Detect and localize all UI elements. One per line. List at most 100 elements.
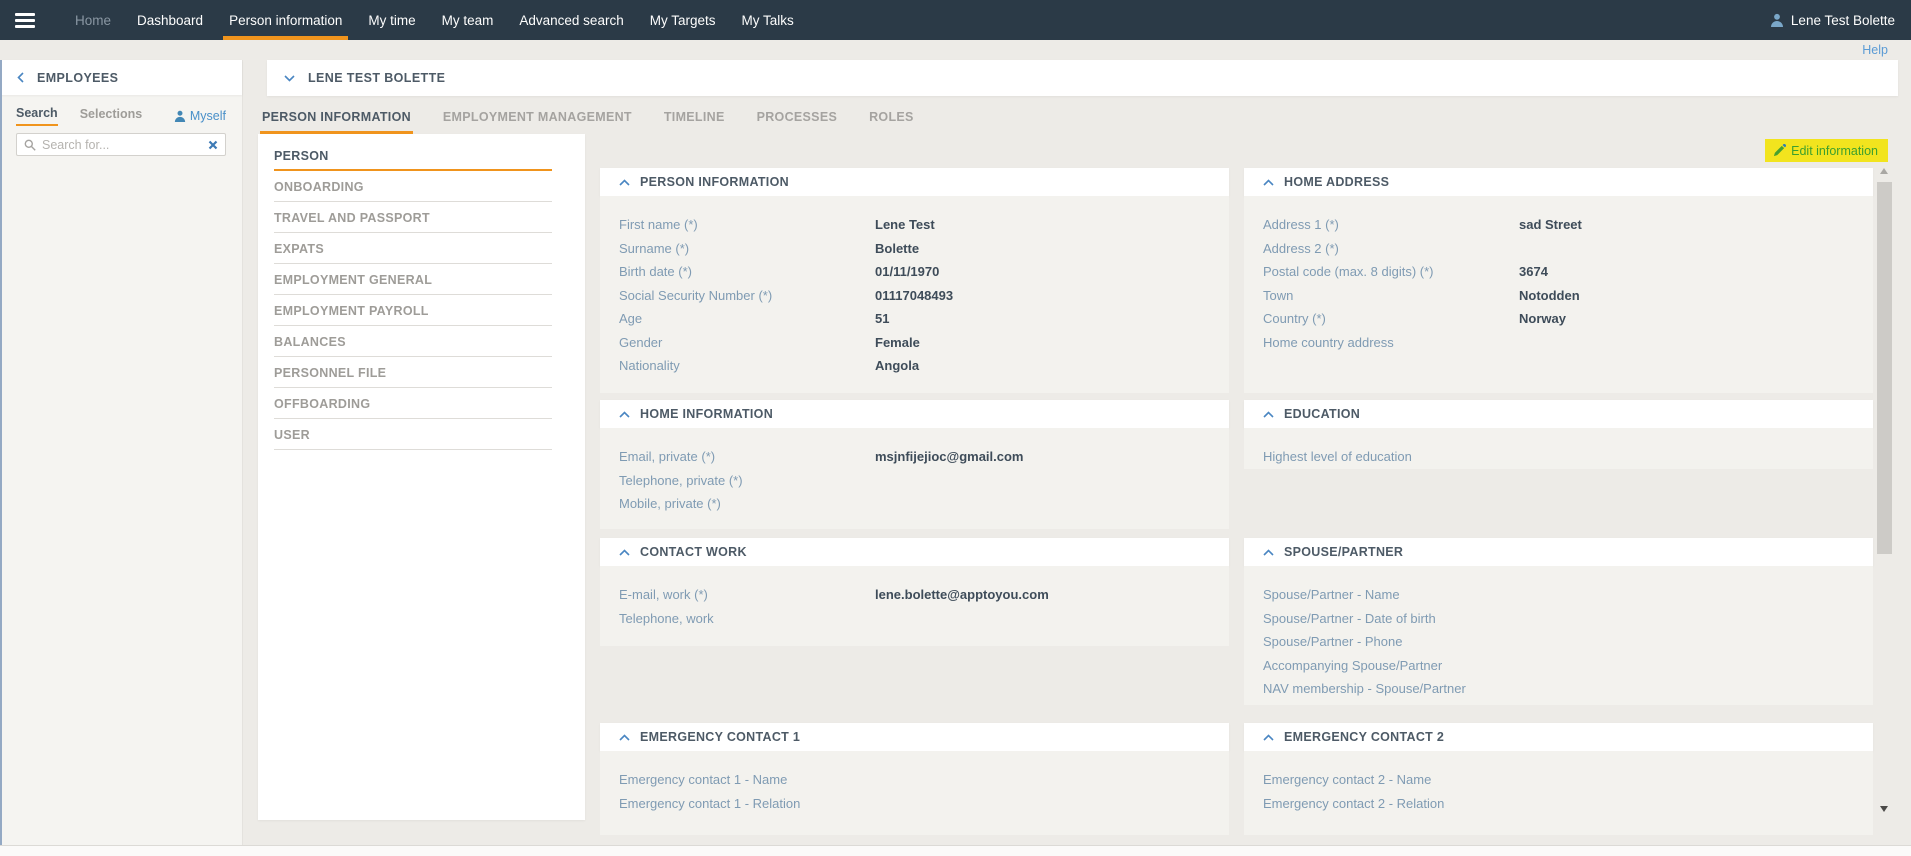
chevron-up-icon: [619, 733, 630, 741]
card-title: SPOUSE/PARTNER: [1284, 545, 1404, 559]
field-nav-membership: NAV membership - Spouse/Partner: [1263, 681, 1466, 696]
card-education: EDUCATION Highest level of education: [1244, 400, 1873, 469]
top-navbar: Home Dashboard Person information My tim…: [0, 0, 1911, 40]
user-name: Lene Test Bolette: [1790, 12, 1895, 28]
nav-item-my-team[interactable]: My team: [429, 0, 507, 40]
user-menu[interactable]: Lene Test Bolette: [1770, 13, 1895, 28]
nav-item-my-targets[interactable]: My Targets: [637, 0, 729, 40]
search-input[interactable]: [42, 137, 202, 152]
clear-search-icon[interactable]: [208, 140, 218, 150]
field-email-work: E-mail, work (*) lene.bolette@apptoyou.co…: [619, 587, 1049, 602]
card-emergency-contact-2: EMERGENCY CONTACT 2 Emergency contact 2 …: [1244, 723, 1873, 835]
tab-processes[interactable]: PROCESSES: [755, 110, 840, 134]
main-navigation: Home Dashboard Person information My tim…: [62, 0, 807, 40]
menu-icon[interactable]: [15, 12, 35, 28]
card-education-header[interactable]: EDUCATION: [1244, 400, 1873, 428]
chevron-up-icon: [1263, 548, 1274, 556]
card-title: EMERGENCY CONTACT 1: [640, 730, 801, 744]
card-emergency-contact-1-header[interactable]: EMERGENCY CONTACT 1: [600, 723, 1229, 751]
card-body: First name (*) Lene Test Surname (*) Bolet…: [600, 196, 1229, 393]
subnav-item-person[interactable]: PERSON: [274, 140, 552, 171]
field-mobile-private: Mobile, private (*): [619, 496, 721, 511]
tab-employment-management[interactable]: EMPLOYMENT MANAGEMENT: [441, 110, 634, 134]
scroll-up-icon[interactable]: [1880, 168, 1888, 174]
field-spouse-dob: Spouse/Partner - Date of birth: [1263, 610, 1436, 626]
field-accompanying-spouse: Accompanying Spouse/Partner: [1263, 657, 1443, 673]
nav-item-my-time[interactable]: My time: [355, 0, 428, 40]
chevron-down-icon: [284, 74, 295, 82]
card-title: PERSON INFORMATION: [640, 175, 789, 189]
field-postal-code: Postal code (max. 8 digits) (*) 3674: [1263, 264, 1548, 279]
scroll-down-icon[interactable]: [1880, 806, 1888, 812]
tab-search[interactable]: Search: [16, 106, 58, 126]
edit-information-label: Edit information: [1791, 143, 1878, 158]
search-box: [16, 133, 226, 156]
tab-timeline[interactable]: TIMELINE: [662, 110, 727, 134]
myself-link[interactable]: Myself: [174, 109, 226, 123]
main-content: LENE TEST BOLETTE PERSON INFORMATION EMP…: [256, 60, 1911, 845]
nav-item-my-talks[interactable]: My Talks: [729, 0, 807, 40]
subnav-item-personnel-file[interactable]: PERSONNEL FILE: [274, 357, 552, 388]
person-collapse-header[interactable]: LENE TEST BOLETTE: [267, 60, 1898, 96]
subnav-item-onboarding[interactable]: ONBOARDING: [274, 171, 552, 202]
nav-item-advanced-search[interactable]: Advanced search: [506, 0, 636, 40]
vertical-scrollbar[interactable]: [1876, 168, 1893, 814]
chevron-up-icon: [619, 548, 630, 556]
card-body: Spouse/Partner - Name Spouse/Partner - D…: [1244, 566, 1873, 705]
edit-information-button[interactable]: Edit information: [1765, 139, 1888, 162]
content-row: PERSON ONBOARDING TRAVEL AND PASSPORT EX…: [256, 134, 1911, 835]
field-emergency1-name: Emergency contact 1 - Name: [619, 772, 788, 787]
card-title: HOME INFORMATION: [640, 407, 774, 421]
field-surname: Surname (*) Bolette: [619, 240, 920, 256]
field-address-2: Address 2 (*): [1263, 240, 1339, 256]
subnav-item-user[interactable]: USER: [274, 419, 552, 450]
field-email-private: Email, private (*) msjnfijejioc@gmail.com: [619, 449, 1024, 464]
employees-back-header[interactable]: EMPLOYEES: [0, 60, 242, 95]
card-title: EDUCATION: [1284, 407, 1361, 421]
nav-item-person-information[interactable]: Person information: [216, 0, 355, 40]
field-highest-education: Highest level of education: [1263, 449, 1412, 464]
employees-sidebar: EMPLOYEES Search Selections Myself: [0, 60, 243, 845]
chevron-up-icon: [619, 410, 630, 418]
subnav-item-employment-payroll[interactable]: EMPLOYMENT PAYROLL: [274, 295, 552, 326]
subnav-item-offboarding[interactable]: OFFBOARDING: [274, 388, 552, 419]
scrollbar-thumb[interactable]: [1877, 182, 1892, 554]
card-body: E-mail, work (*) lene.bolette@apptoyou.co…: [600, 566, 1229, 646]
card-contact-work-header[interactable]: CONTACT WORK: [600, 538, 1229, 566]
chevron-left-icon: [17, 72, 24, 83]
employees-label: EMPLOYEES: [37, 70, 119, 85]
field-address-1: Address 1 (*) sad Street: [1263, 217, 1582, 232]
person-icon: [174, 110, 186, 122]
card-body: Highest level of education: [1244, 428, 1873, 469]
subnav-item-balances[interactable]: BALANCES: [274, 326, 552, 357]
cards-area: Edit information PERSON INFORMATION Firs…: [585, 134, 1911, 835]
card-emergency-contact-1: EMERGENCY CONTACT 1 Emergency contact 1 …: [600, 723, 1229, 835]
field-emergency2-name: Emergency contact 2 - Name: [1263, 772, 1432, 787]
card-home-information-header[interactable]: HOME INFORMATION: [600, 400, 1229, 428]
card-home-address-header[interactable]: HOME ADDRESS: [1244, 168, 1873, 196]
nav-item-home[interactable]: Home: [62, 0, 124, 40]
field-gender: Gender Female: [619, 334, 920, 350]
subnav-item-expats[interactable]: EXPATS: [274, 233, 552, 264]
card-body: Emergency contact 1 - Name Emergency con…: [600, 751, 1229, 835]
tab-roles[interactable]: ROLES: [867, 110, 916, 134]
subnav-item-employment-general[interactable]: EMPLOYMENT GENERAL: [274, 264, 552, 295]
chevron-up-icon: [619, 178, 630, 186]
card-emergency-contact-2-header[interactable]: EMERGENCY CONTACT 2: [1244, 723, 1873, 751]
bottom-strip: [0, 845, 1911, 856]
card-person-information-header[interactable]: PERSON INFORMATION: [600, 168, 1229, 196]
card-spouse-partner: SPOUSE/PARTNER Spouse/Partner - Name Spo…: [1244, 538, 1873, 705]
tab-person-information[interactable]: PERSON INFORMATION: [260, 110, 413, 134]
help-link[interactable]: Help: [1862, 43, 1888, 57]
card-body: Emergency contact 2 - Name Emergency con…: [1244, 751, 1873, 835]
field-spouse-phone: Spouse/Partner - Phone: [1263, 634, 1403, 649]
pencil-icon: [1774, 144, 1787, 157]
tab-selections[interactable]: Selections: [80, 107, 143, 125]
subnav-item-travel-and-passport[interactable]: TRAVEL AND PASSPORT: [274, 202, 552, 233]
field-social-security-number: Social Security Number (*) 01117048493: [619, 287, 954, 303]
field-emergency2-relation: Emergency contact 2 - Relation: [1263, 795, 1445, 811]
cards-column-left: PERSON INFORMATION First name (*) Lene Te…: [600, 168, 1229, 835]
card-spouse-partner-header[interactable]: SPOUSE/PARTNER: [1244, 538, 1873, 566]
cards-column-right: HOME ADDRESS Address 1 (*) sad Street Add…: [1244, 168, 1873, 835]
nav-item-dashboard[interactable]: Dashboard: [124, 0, 216, 40]
